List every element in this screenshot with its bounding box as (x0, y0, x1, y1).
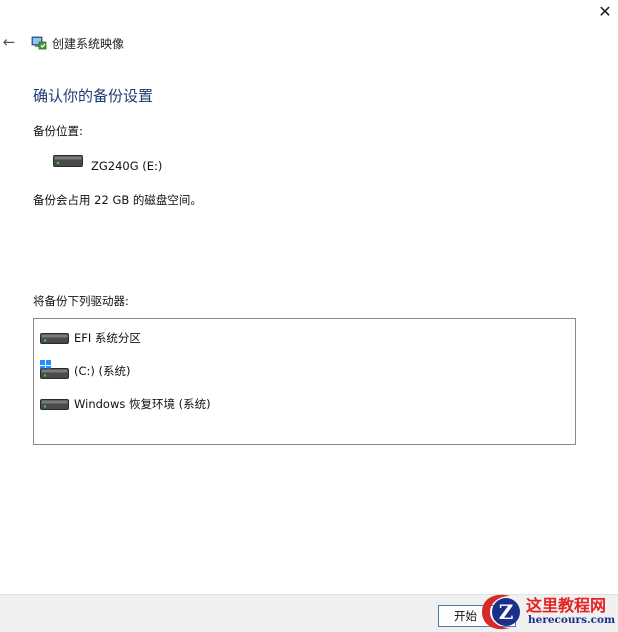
create-system-image-window: ✕ ← 创建系统映像 确认你的备份设置 备份位置: ZG240G (E:) 备份… (0, 0, 618, 632)
watermark-logo-icon: Z (482, 594, 520, 630)
hard-drive-icon (40, 399, 69, 410)
page-heading: 确认你的备份设置 (33, 87, 154, 105)
drive-label: (C:) (系统) (74, 364, 131, 378)
backup-destination: ZG240G (E:) (91, 159, 163, 173)
back-button[interactable]: ← (0, 32, 18, 52)
backup-and-restore-icon (31, 36, 47, 50)
hard-drive-icon (53, 155, 83, 167)
drives-label: 将备份下列驱动器: (33, 294, 129, 308)
watermark-title: 这里教程网 (526, 596, 607, 615)
watermark-url: herecours.com (528, 614, 616, 626)
hard-drive-icon (40, 333, 69, 344)
space-required-text: 备份会占用 22 GB 的磁盘空间。 (33, 193, 202, 207)
windows-drive-icon (40, 360, 69, 379)
backup-location-label: 备份位置: (33, 124, 83, 138)
window-title: 创建系统映像 (52, 37, 125, 51)
svg-text:Z: Z (499, 600, 514, 624)
drives-list[interactable]: EFI 系统分区 (C:) (系统) Windows 恢复环境 (系统) (33, 318, 576, 445)
close-button[interactable]: ✕ (594, 2, 616, 22)
drive-label: Windows 恢复环境 (系统) (74, 397, 211, 411)
drive-label: EFI 系统分区 (74, 331, 141, 345)
